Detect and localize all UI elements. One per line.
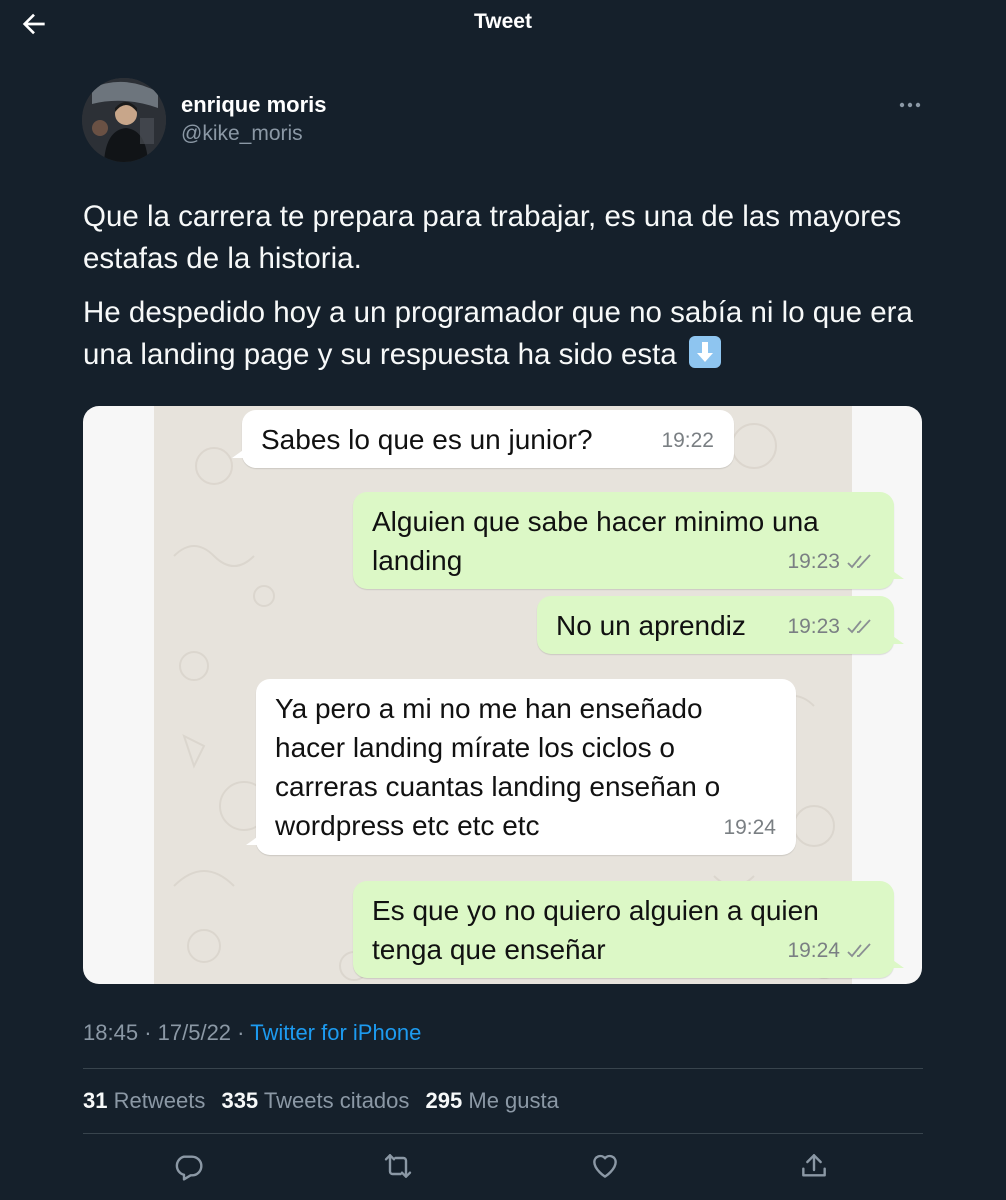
chat-message-time: 19:22: [661, 421, 714, 460]
author-handle[interactable]: @kike_moris: [181, 122, 303, 146]
page-title: Tweet: [474, 10, 532, 33]
chat-message-text: Alguien que sabe hacer minimo una landing: [372, 502, 819, 580]
chat-message-time: 19:24: [787, 931, 874, 970]
more-horizontal-icon: [899, 102, 921, 108]
chat-message-time: 19:24: [723, 808, 776, 847]
chat-message-line: No un aprendiz: [556, 610, 746, 641]
top-bar: Tweet: [0, 0, 1006, 48]
chat-message-time-text: 19:24: [787, 939, 840, 962]
chat-message-line: tenga que enseñar: [372, 934, 606, 965]
tweet-date: 17/5/22: [157, 1020, 232, 1045]
more-button[interactable]: [897, 94, 923, 116]
chat-message-line: hacer landing mírate los ciclos o: [275, 732, 675, 763]
bubble-tail: [890, 569, 904, 579]
divider: [83, 1068, 923, 1069]
chat-message-time: 19:23: [787, 542, 874, 581]
reply-icon: [175, 1155, 203, 1181]
likes-count: 295: [425, 1088, 463, 1113]
chat-message-line: Alguien que sabe hacer minimo una: [372, 506, 819, 537]
likes-stat[interactable]: 295 Me gusta: [426, 1088, 559, 1113]
double-check-icon: [847, 553, 871, 568]
quotes-count: 335: [221, 1088, 259, 1113]
bubble-tail: [246, 835, 260, 845]
tweet-time: 18:45: [83, 1020, 139, 1045]
chat-message-line: wordpress etc etc etc: [275, 810, 540, 841]
bubble-tail: [890, 634, 904, 644]
like-icon: [593, 1154, 617, 1178]
double-check-icon: [847, 942, 871, 957]
chat-message-line: landing: [372, 545, 463, 576]
chat-message-incoming: Ya pero a mi no me han enseñado hacer lan…: [246, 679, 796, 855]
chat-message-text: Ya pero a mi no me han enseñado hacer lan…: [275, 689, 720, 845]
bubble-tail: [232, 448, 246, 458]
tweet-meta: 18:45 · 17/5/22 · Twitter for iPhone: [83, 1020, 421, 1046]
reply-button[interactable]: [172, 1150, 204, 1182]
chat-message-line: Es que yo no quiero alguien a quien: [372, 895, 819, 926]
chat-message-outgoing: Alguien que sabe hacer minimo una landing…: [353, 492, 904, 589]
chat-message-time: 19:23: [787, 607, 874, 646]
share-icon: [802, 1154, 826, 1177]
share-button[interactable]: [798, 1150, 830, 1182]
tweet-paragraph-2: He despedido hoy a un programador que no…: [83, 292, 933, 376]
chat-message-text: No un aprendiz: [556, 606, 746, 645]
retweet-button[interactable]: [382, 1150, 414, 1182]
author-name[interactable]: enrique moris: [181, 92, 326, 118]
tweet-stats: 31 Retweets 335 Tweets citados 295 Me gu…: [83, 1088, 569, 1114]
tweet-paragraph-1: Que la carrera te prepara para trabajar,…: [83, 200, 902, 275]
meta-separator-2: ·: [237, 1020, 245, 1045]
bubble-tail: [890, 958, 904, 968]
likes-label: Me gusta: [468, 1088, 559, 1113]
retweets-label: Retweets: [113, 1088, 206, 1113]
meta-separator: ·: [144, 1020, 152, 1045]
double-check-icon: [847, 618, 871, 633]
chat-message-time-text: 19:23: [787, 550, 840, 573]
chat-message-text: Es que yo no quiero alguien a quien tenga…: [372, 891, 819, 969]
chat-message-outgoing: Es que yo no quiero alguien a quien tenga…: [353, 881, 904, 978]
chat-message-outgoing: No un aprendiz 19:23: [537, 596, 904, 654]
chat-message-text: Sabes lo que es un junior?: [261, 420, 593, 459]
tweet-source-link[interactable]: Twitter for iPhone: [250, 1020, 421, 1045]
quotes-label: Tweets citados: [263, 1088, 410, 1113]
quotes-stat[interactable]: 335 Tweets citados: [221, 1088, 409, 1113]
chat-message-time-text: 19:24: [723, 816, 776, 839]
chat-message-line: carreras cuantas landing enseñan o: [275, 771, 721, 802]
divider-2: [83, 1133, 923, 1134]
chat-message-line: Sabes lo que es un junior?: [261, 424, 593, 455]
chat-message-time-text: 19:23: [787, 615, 840, 638]
retweet-icon: [384, 1154, 412, 1178]
chat-message-time-text: 19:22: [661, 429, 714, 452]
retweets-stat[interactable]: 31 Retweets: [83, 1088, 205, 1113]
like-button[interactable]: [589, 1150, 621, 1182]
down-arrow-emoji-icon: [688, 336, 721, 368]
chat-message-line: Ya pero a mi no me han enseñado: [275, 693, 703, 724]
chat-message-incoming: Sabes lo que es un junior? 19:22: [232, 410, 734, 468]
tweet-media-image[interactable]: Sabes lo que es un junior? 19:22 Alguien q…: [83, 406, 922, 984]
avatar[interactable]: [82, 78, 166, 162]
retweets-count: 31: [83, 1088, 108, 1113]
tweet-paragraph-2-text: He despedido hoy a un programador que no…: [83, 296, 913, 371]
